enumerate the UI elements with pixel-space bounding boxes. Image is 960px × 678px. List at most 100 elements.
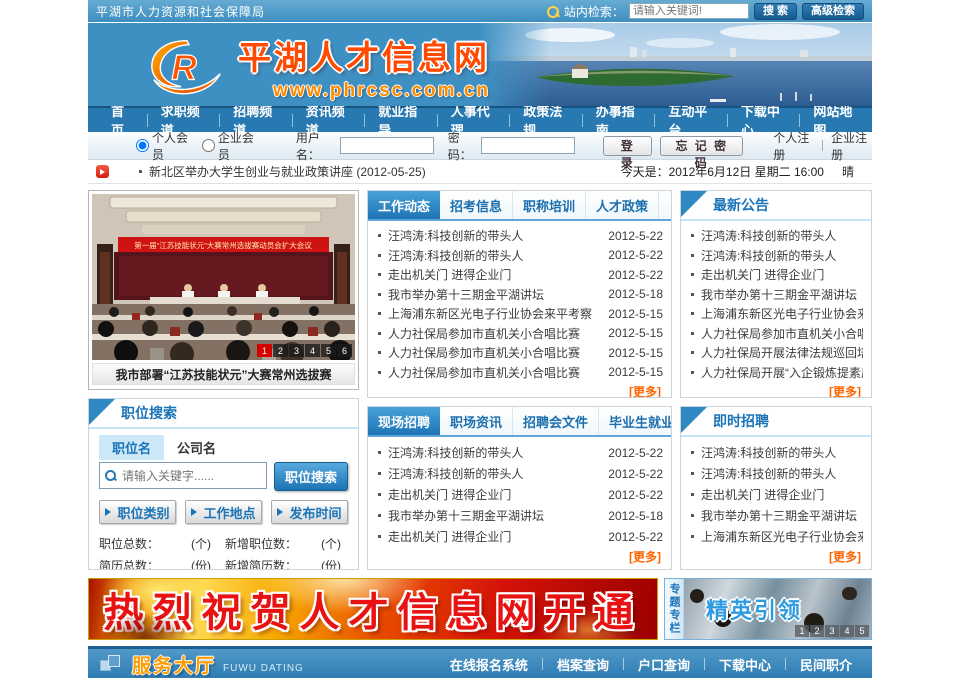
news-link[interactable]: 上海浦东新区光电子行业协会来平考察 bbox=[388, 305, 604, 322]
news-link[interactable]: 走出机关门 进得企业门 bbox=[388, 528, 604, 545]
site-logo-icon[interactable]: R bbox=[146, 36, 224, 98]
news-link[interactable]: 走出机关门 进得企业门 bbox=[388, 266, 604, 283]
news-item[interactable]: 汪鸿涛:科技创新的带头人 bbox=[689, 463, 863, 484]
filter-category-button[interactable]: 职位类别 bbox=[99, 500, 176, 524]
keyword-input[interactable] bbox=[122, 469, 261, 483]
news-link[interactable]: 人力社保局参加市直机关小合唱比赛 bbox=[388, 325, 604, 342]
photo-page-2[interactable]: 2 bbox=[273, 344, 288, 357]
news-item[interactable]: 我市举办第十三期金平湖讲坛2012-5-18 bbox=[376, 285, 663, 305]
special-page-2[interactable]: 2 bbox=[810, 625, 824, 637]
news-item[interactable]: 走出机关门 进得企业门 bbox=[689, 484, 863, 505]
nav-interactive[interactable]: 互动平台 bbox=[655, 101, 727, 139]
site-search-button[interactable]: 搜 索 bbox=[754, 3, 797, 20]
news-item[interactable]: 人力社保局参加市直机关小合唱比赛2012-5-15 bbox=[376, 324, 663, 344]
advanced-search-button[interactable]: 高级检索 bbox=[802, 3, 864, 20]
username-field[interactable] bbox=[340, 137, 434, 154]
personal-member-radio-input[interactable] bbox=[136, 139, 149, 152]
news-link[interactable]: 汪鸿涛:科技创新的带头人 bbox=[701, 444, 863, 461]
special-page-1[interactable]: 1 bbox=[795, 625, 809, 637]
news-link[interactable]: 汪鸿涛:科技创新的带头人 bbox=[388, 444, 604, 461]
more-link[interactable]: [更多] bbox=[368, 547, 671, 565]
more-link[interactable]: [更多] bbox=[368, 382, 671, 398]
news-item[interactable]: 走出机关门 进得企业门2012-5-22 bbox=[376, 484, 663, 505]
ticker-news-link[interactable]: 新北区举办大学生创业与就业政策讲座 (2012-05-25) bbox=[149, 163, 621, 180]
special-page-5[interactable]: 5 bbox=[855, 625, 869, 637]
news-item[interactable]: 走出机关门 进得企业门2012-5-22 bbox=[376, 526, 663, 547]
special-column-photo[interactable]: 精英引领 1 2 3 4 5 bbox=[684, 579, 871, 639]
filter-date-button[interactable]: 发布时间 bbox=[271, 500, 348, 524]
login-button[interactable]: 登 录 bbox=[603, 136, 652, 156]
news-item[interactable]: 汪鸿涛:科技创新的带头人2012-5-22 bbox=[376, 442, 663, 463]
link-online-registration[interactable]: 在线报名系统 bbox=[450, 655, 528, 674]
news-item[interactable]: 汪鸿涛:科技创新的带头人 bbox=[689, 442, 863, 463]
job-search-button[interactable]: 职位搜索 bbox=[274, 462, 348, 491]
special-page-3[interactable]: 3 bbox=[825, 625, 839, 637]
nav-guidance[interactable]: 就业指导 bbox=[365, 101, 437, 139]
news-link[interactable]: 上海浦东新区光电子行业协会来平考 bbox=[701, 528, 863, 545]
photo-page-1[interactable]: 1 bbox=[257, 344, 272, 357]
news-item[interactable]: 汪鸿涛:科技创新的带头人 bbox=[689, 246, 863, 266]
news-item[interactable]: 我市举办第十三期金平湖讲坛2012-5-18 bbox=[376, 505, 663, 526]
special-page-4[interactable]: 4 bbox=[840, 625, 854, 637]
news-item[interactable]: 上海浦东新区光电子行业协会来平考 bbox=[689, 526, 863, 547]
news-item[interactable]: 我市举办第十三期金平湖讲坛 bbox=[689, 285, 863, 305]
news-link[interactable]: 人力社保局参加市直机关小合唱比赛 bbox=[388, 344, 604, 361]
news-link[interactable]: 我市举办第十三期金平湖讲坛 bbox=[388, 507, 604, 524]
news-item[interactable]: 汪鸿涛:科技创新的带头人 bbox=[689, 226, 863, 246]
photo-page-5[interactable]: 5 bbox=[321, 344, 336, 357]
tab-onsite-recruit[interactable]: 现场招聘 bbox=[368, 407, 440, 435]
tab-title-training[interactable]: 职称培训 bbox=[513, 191, 586, 219]
personal-member-radio[interactable]: 个人会员 bbox=[136, 129, 192, 163]
news-item[interactable]: 汪鸿涛:科技创新的带头人2012-5-22 bbox=[376, 246, 663, 266]
news-item[interactable]: 汪鸿涛:科技创新的带头人2012-5-22 bbox=[376, 226, 663, 246]
news-link[interactable]: 我市举办第十三期金平湖讲坛 bbox=[701, 286, 863, 303]
more-link[interactable]: [更多] bbox=[681, 382, 871, 398]
news-item[interactable]: 人力社保局开展“入企锻炼提素质” bbox=[689, 363, 863, 383]
news-link[interactable]: 人力社保局参加市直机关小合唱比赛 bbox=[701, 325, 863, 342]
photo-page-4[interactable]: 4 bbox=[305, 344, 320, 357]
news-link[interactable]: 汪鸿涛:科技创新的带头人 bbox=[701, 247, 863, 264]
photo-caption-link[interactable]: 我市部署“江苏技能状元”大赛常州选拔赛 bbox=[92, 363, 355, 385]
nav-service-guide[interactable]: 办事指南 bbox=[583, 101, 655, 139]
news-item[interactable]: 人力社保局开展法律法规巡回培训 bbox=[689, 343, 863, 363]
news-link[interactable]: 我市举办第十三期金平湖讲坛 bbox=[388, 286, 604, 303]
password-field[interactable] bbox=[481, 137, 575, 154]
news-link[interactable]: 人力社保局开展“入企锻炼提素质” bbox=[701, 364, 863, 381]
special-column-banner[interactable]: 专题专栏 精英引领 1 2 3 4 5 bbox=[664, 578, 872, 640]
tab-graduate-service[interactable]: 毕业生就业服务 bbox=[599, 407, 672, 435]
slideshow-photo[interactable]: 第一届“江苏技能状元”大赛常州选拔赛动员会扩大会议 bbox=[92, 194, 355, 360]
link-archive-query[interactable]: 档案查询 bbox=[557, 655, 609, 674]
tab-jobfair-files[interactable]: 招聘会文件 bbox=[513, 407, 599, 435]
news-link[interactable]: 汪鸿涛:科技创新的带头人 bbox=[388, 465, 604, 482]
tab-talent-policy[interactable]: 人才政策 bbox=[586, 191, 659, 219]
personal-register-link[interactable]: 个人注册 bbox=[773, 129, 814, 163]
photo-page-3[interactable]: 3 bbox=[289, 344, 304, 357]
news-link[interactable]: 汪鸿涛:科技创新的带头人 bbox=[388, 227, 604, 244]
link-private-agency[interactable]: 民间职介 bbox=[800, 655, 852, 674]
news-item[interactable]: 上海浦东新区光电子行业协会来平考察2012-5-15 bbox=[376, 304, 663, 324]
news-link[interactable]: 走出机关门 进得企业门 bbox=[701, 486, 863, 503]
tab-work-news[interactable]: 工作动态 bbox=[368, 191, 440, 219]
news-item[interactable]: 汪鸿涛:科技创新的带头人2012-5-22 bbox=[376, 463, 663, 484]
tab-career-info[interactable]: 职场资讯 bbox=[440, 407, 513, 435]
company-member-radio[interactable]: 企业会员 bbox=[202, 129, 258, 163]
news-link[interactable]: 走出机关门 进得企业门 bbox=[388, 486, 604, 503]
tab-position-name[interactable]: 职位名 bbox=[99, 435, 164, 460]
news-link[interactable]: 上海浦东新区光电子行业协会来平考 bbox=[701, 305, 863, 322]
link-hukou-query[interactable]: 户口查询 bbox=[638, 655, 690, 674]
company-register-link[interactable]: 企业注册 bbox=[831, 129, 872, 163]
news-item[interactable]: 我市举办第十三期金平湖讲坛 bbox=[689, 505, 863, 526]
news-item[interactable]: 人力社保局参加市直机关小合唱比赛 bbox=[689, 324, 863, 344]
tab-exam-info[interactable]: 招考信息 bbox=[440, 191, 513, 219]
filter-location-button[interactable]: 工作地点 bbox=[185, 500, 262, 524]
site-search-input[interactable] bbox=[629, 3, 749, 19]
tab-company-name[interactable]: 公司名 bbox=[164, 435, 229, 460]
news-link[interactable]: 汪鸿涛:科技创新的带头人 bbox=[701, 465, 863, 482]
news-item[interactable]: 上海浦东新区光电子行业协会来平考 bbox=[689, 304, 863, 324]
news-link[interactable]: 我市举办第十三期金平湖讲坛 bbox=[701, 507, 863, 524]
news-link[interactable]: 汪鸿涛:科技创新的带头人 bbox=[388, 247, 604, 264]
news-item[interactable]: 人力社保局参加市直机关小合唱比赛2012-5-15 bbox=[376, 363, 663, 383]
news-link[interactable]: 汪鸿涛:科技创新的带头人 bbox=[701, 227, 863, 244]
celebration-banner[interactable]: 热烈祝贺人才信息网开通 bbox=[88, 578, 658, 640]
nav-policy[interactable]: 政策法规 bbox=[510, 101, 582, 139]
